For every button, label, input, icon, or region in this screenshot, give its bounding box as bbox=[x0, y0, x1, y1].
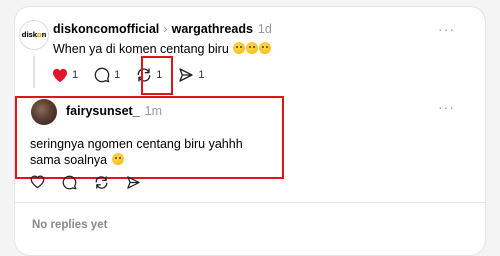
reply-share-button[interactable] bbox=[126, 174, 141, 190]
like-button[interactable]: 1 bbox=[52, 67, 78, 83]
repost-icon bbox=[95, 175, 108, 189]
avatar-logo: diskon bbox=[21, 31, 47, 39]
pleading-face-emoji bbox=[233, 42, 246, 54]
reply-actions bbox=[30, 174, 158, 190]
post-text: When ya di komen centang biru bbox=[53, 41, 272, 57]
post-username[interactable]: diskoncomofficial bbox=[53, 22, 159, 36]
heart-icon bbox=[53, 68, 67, 82]
post-text-body: When ya di komen centang biru bbox=[53, 42, 229, 56]
reply-count: 1 bbox=[114, 69, 121, 81]
thread-line bbox=[33, 55, 35, 88]
breadcrumb-separator: › bbox=[163, 21, 168, 36]
comment-icon bbox=[62, 175, 77, 189]
post-actions: 1 1 1 1 bbox=[52, 67, 221, 83]
reply-repost-button[interactable] bbox=[94, 174, 109, 190]
post-community[interactable]: wargathreads bbox=[172, 22, 253, 36]
reply-like-button[interactable] bbox=[30, 174, 45, 190]
share-button[interactable]: 1 bbox=[178, 67, 205, 83]
repost-highlight-box bbox=[141, 56, 173, 95]
replies-divider bbox=[14, 202, 486, 203]
like-count: 1 bbox=[72, 69, 79, 81]
post-more-button[interactable]: ··· bbox=[438, 22, 455, 36]
reply-button[interactable]: 1 bbox=[94, 67, 120, 83]
no-replies-label: No replies yet bbox=[32, 219, 108, 231]
comment-icon bbox=[94, 67, 110, 83]
post-time: 1d bbox=[257, 22, 272, 36]
avatar-diskoncomofficial[interactable]: diskon bbox=[19, 20, 49, 50]
reply-more-button[interactable]: ··· bbox=[438, 100, 455, 114]
share-count: 1 bbox=[198, 69, 205, 81]
reply-comment-button[interactable] bbox=[62, 174, 77, 190]
pleading-face-emoji bbox=[246, 42, 259, 54]
reply-highlight-box bbox=[15, 96, 284, 179]
send-icon bbox=[179, 68, 194, 82]
heart-icon bbox=[30, 175, 45, 189]
send-icon bbox=[127, 175, 140, 189]
pleading-face-emoji bbox=[259, 42, 272, 54]
post-header: diskoncomofficial › wargathreads 1d bbox=[53, 21, 272, 37]
